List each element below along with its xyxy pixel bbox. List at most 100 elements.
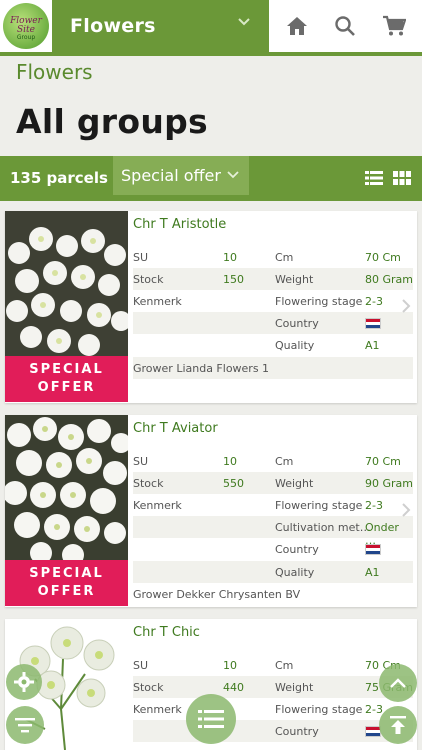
spec-label: Quality [275,566,315,579]
spec-value: 2-3 [365,703,383,716]
spec-row: Stock 150 Weight 80 Gram [133,268,413,290]
spec-label: Weight [275,477,314,490]
special-offer-badge: SPECIAL OFFER [5,356,128,402]
spec-row: Country [133,312,413,334]
spec-value: 2-3 [365,499,383,512]
product-card[interactable]: SPECIAL OFFER Chr T Aviator SU 10 Cm 70 … [5,415,417,607]
product-card[interactable]: SPECIAL OFFER Chr T Aristotle SU 10 Cm 7… [5,211,417,403]
netherlands-flag-icon [365,318,381,329]
spec-label: Kenmerk [133,703,182,716]
chevron-down-icon [238,18,250,26]
spec-label: Cm [275,251,294,264]
spec-row: Kenmerk Flowering stage 2-3 [133,698,413,720]
logo-text: Flower Site [10,16,42,35]
page-title: All groups [16,102,208,141]
product-name[interactable]: Chr T Aristotle [133,217,226,232]
scroll-up-button[interactable] [379,664,417,702]
badge-line1: SPECIAL [29,362,104,377]
spec-label: Country [275,317,319,330]
spec-label: Cm [275,455,294,468]
spec-row: Stock 440 Weight 75 Gram [133,676,413,698]
netherlands-flag-icon [365,544,381,555]
grower-name: Grower Lianda Flowers 1 [133,357,413,379]
spec-value: 150 [223,273,244,286]
parcel-count: 135 parcels [10,169,108,187]
settings-icon [14,672,34,692]
spec-value: A1 [365,566,380,579]
spec-label: Cultivation met… [275,521,371,534]
scroll-up-icon [390,678,406,688]
spec-label: SU [133,455,149,468]
scroll-top-button[interactable] [379,706,417,744]
spec-row: Country [133,538,413,560]
header-actions [269,0,422,52]
cart-icon[interactable] [381,13,407,39]
category-selector[interactable]: Flowers [52,0,269,52]
spec-row: Kenmerk Flowering stage 2-3 [133,290,413,312]
spec-row: SU 10 Cm 70 Cm [133,246,413,268]
spec-value: 10 [223,659,237,672]
spec-row: Kenmerk Flowering stage 2-3 [133,494,413,516]
top-bar: Flower Site Group Flowers [0,0,422,52]
chevron-down-icon [227,171,239,179]
spec-label: Country [275,725,319,738]
home-icon[interactable] [284,13,310,39]
spec-label: Quality [275,339,315,352]
badge-line2: OFFER [37,380,96,395]
product-photo [5,211,128,356]
logo-emblem: Flower Site Group [3,3,49,49]
header-divider [0,52,422,56]
spec-value: 70 Cm [365,251,401,264]
category-title: Flowers [70,15,156,37]
spec-row: Country [133,720,413,742]
product-photo [5,415,128,560]
breadcrumb[interactable]: Flowers [16,60,93,84]
spec-value: 90 Gram [365,477,413,490]
spec-row: Cultivation met… Onder … [133,516,413,547]
spec-row: Quality A1 [133,561,413,583]
spec-value: 10 [223,455,237,468]
spec-value: 10 [223,251,237,264]
product-name[interactable]: Chr T Aviator [133,421,218,436]
spec-label: Flowering stage [275,499,363,512]
spec-value: 2-3 [365,295,383,308]
spec-value: 550 [223,477,244,490]
list-toggle-button[interactable] [186,694,236,744]
badge-line2: OFFER [37,584,96,599]
badge-line1: SPECIAL [29,566,104,581]
spec-row: SU 10 Cm 70 Cm [133,450,413,472]
spec-label: Weight [275,273,314,286]
offer-select-value: Special offer [121,166,221,185]
spec-row: SU 10 Cm 70 Cm [133,654,413,676]
filter-bar: 135 parcels Special offer [0,156,422,201]
search-icon[interactable] [332,13,358,39]
spec-label: Cm [275,659,294,672]
spec-label: Stock [133,477,164,490]
spec-label: Country [275,543,319,556]
logo[interactable]: Flower Site Group [0,0,52,52]
list-view-icon[interactable] [365,170,383,186]
grower-name: Grower Dekker Chrysanten BV [133,583,413,605]
grid-view-icon[interactable] [393,170,411,186]
spec-label: Flowering stage [275,295,363,308]
spec-value: 440 [223,681,244,694]
product-name[interactable]: Chr T Chic [133,625,200,640]
spec-value: A1 [365,339,380,352]
offer-select[interactable]: Special offer [113,156,249,195]
filter-button[interactable] [6,706,44,744]
spec-label: Kenmerk [133,499,182,512]
spec-label: Kenmerk [133,295,182,308]
chevron-right-icon[interactable] [401,502,411,518]
special-offer-badge: SPECIAL OFFER [5,560,128,606]
chevron-right-icon[interactable] [401,298,411,314]
spec-label: Weight [275,681,314,694]
spec-label: SU [133,251,149,264]
logo-subtext: Group [16,34,36,41]
list-icon [198,710,224,728]
spec-row: Stock 550 Weight 90 Gram [133,472,413,494]
spec-label: Stock [133,273,164,286]
spec-label: SU [133,659,149,672]
spec-label: Flowering stage [275,703,363,716]
spec-value: 80 Gram [365,273,413,286]
settings-button[interactable] [6,664,42,700]
